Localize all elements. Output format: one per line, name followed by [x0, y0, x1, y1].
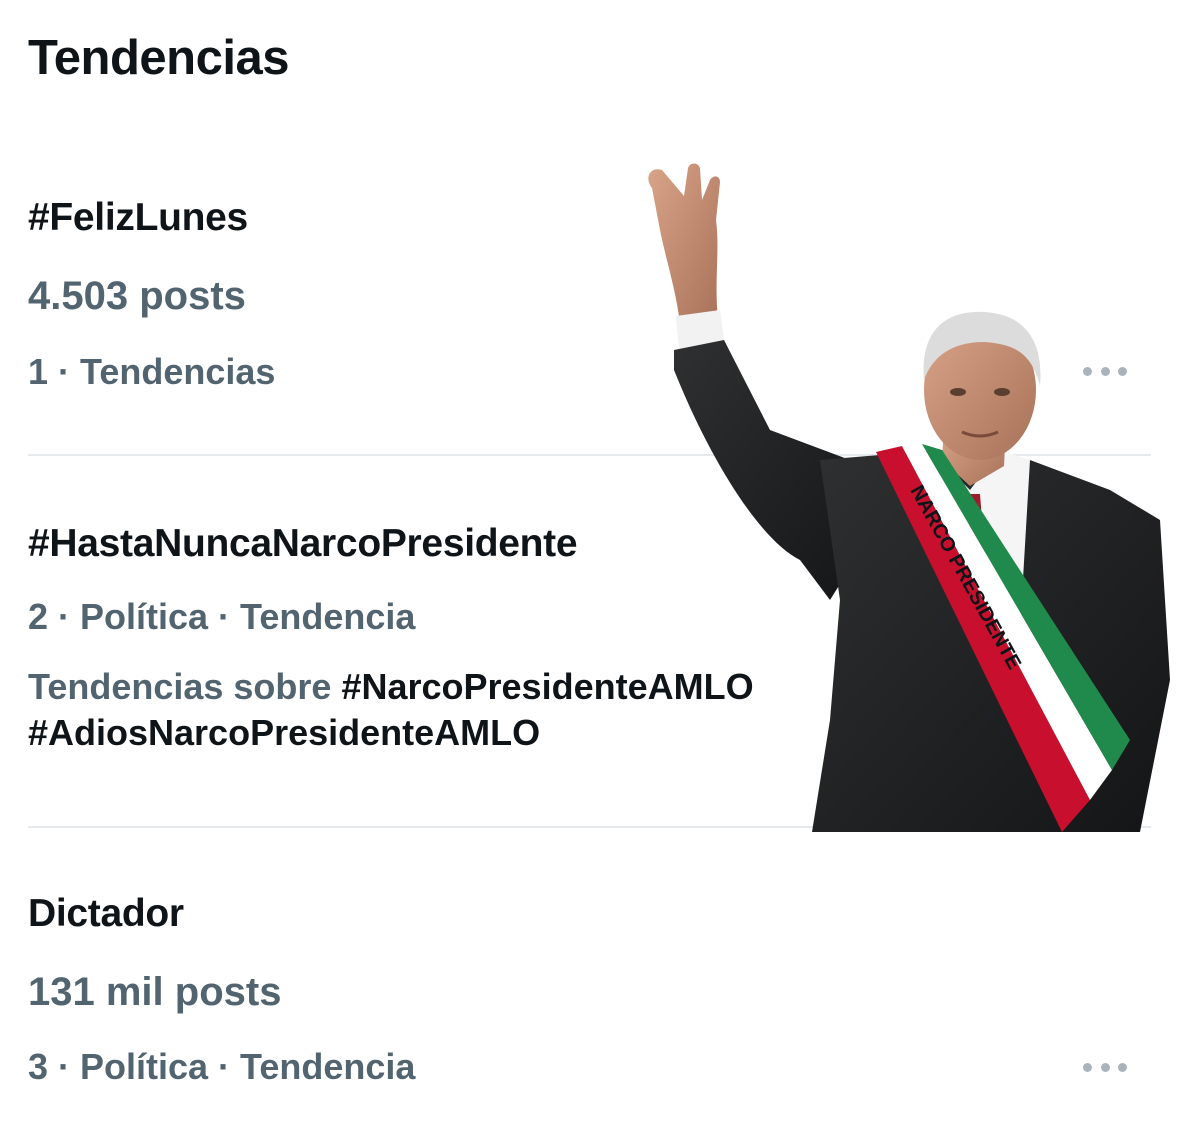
page-title: Tendencias	[28, 31, 289, 85]
trend-post-count: 4.503 posts	[28, 274, 246, 318]
more-horizontal-icon[interactable]	[1083, 1060, 1127, 1074]
trend-name[interactable]: Dictador	[28, 892, 184, 936]
trend-name[interactable]: #FelizLunes	[28, 196, 248, 240]
context-prefix: Tendencias sobre	[28, 666, 332, 707]
overlay-man-photo: NARCO PRESIDENTE	[648, 163, 1170, 832]
trend-meta: 1 · Tendencias	[28, 351, 276, 392]
context-tag-link[interactable]: #AdiosNarcoPresidenteAMLO	[28, 712, 540, 753]
trend-meta: 2 · Política · Tendencia	[28, 596, 416, 637]
trend-name[interactable]: #HastaNuncaNarcoPresidente	[28, 522, 578, 566]
trend-post-count: 131 mil posts	[28, 970, 282, 1014]
trend-meta: 3 · Política · Tendencia	[28, 1046, 416, 1087]
